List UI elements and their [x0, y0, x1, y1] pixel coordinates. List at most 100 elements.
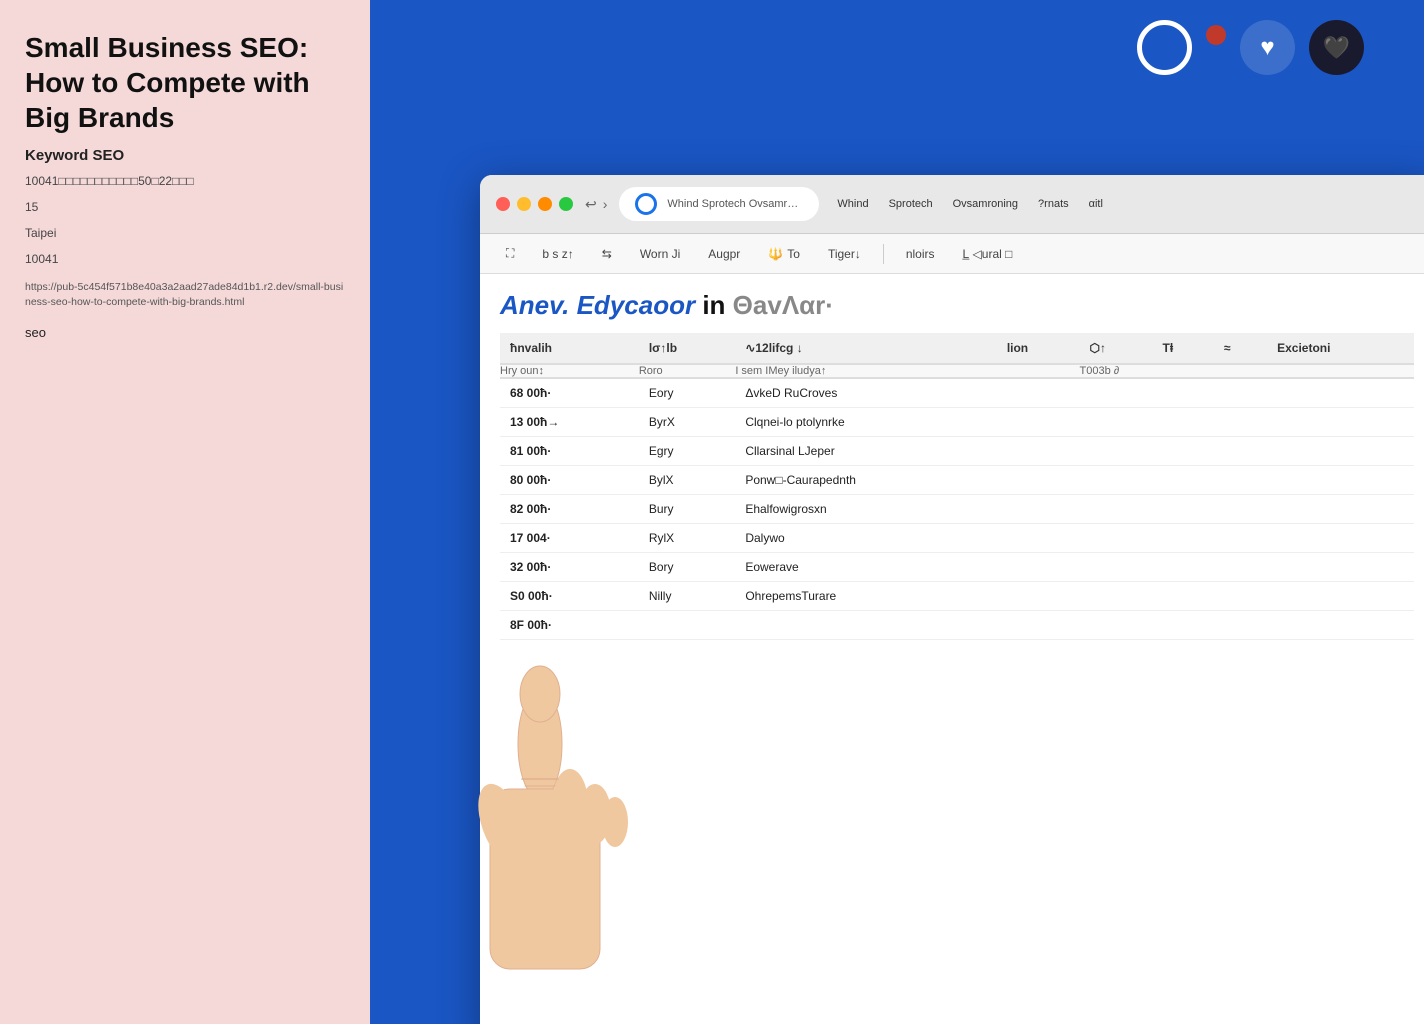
- cell-6-6: [1153, 524, 1214, 553]
- browser-tab-3[interactable]: Ovsamroning: [947, 196, 1024, 212]
- cell-4-8: [1267, 466, 1414, 495]
- table-row: 32 00ħ· Bory Eowerave: [500, 553, 1414, 582]
- th-lion[interactable]: lion: [997, 333, 1080, 364]
- cell-diff-7: Bory: [639, 553, 736, 582]
- subh-col2: Roro: [639, 364, 736, 378]
- browser-tabs-bar: Whind Sprotech Ovsamroning ?rnats αitl: [831, 196, 1418, 212]
- cell-diff-2: ByrΧ: [639, 408, 736, 437]
- cell-9-7: [1214, 611, 1267, 640]
- deco-icons-container: ♥ 🖤: [1137, 20, 1364, 75]
- subh-col1: Hry oun↕: [500, 364, 639, 378]
- content-main: Anev. Edycaoor in ΘavΛαr· ħnvalih lσ↑lb …: [480, 274, 1424, 1024]
- cell-diff-9: [639, 611, 736, 640]
- browser-tab-4[interactable]: ?rnats: [1032, 196, 1075, 212]
- cell-volume-7: 32 00ħ·: [500, 553, 639, 582]
- deco-icon-dark: 🖤: [1309, 20, 1364, 75]
- toolbar-to-label: To: [787, 247, 800, 261]
- forward-arrow[interactable]: ›: [603, 196, 608, 213]
- traffic-light-green[interactable]: [559, 197, 573, 211]
- cell-volume-6: 17 004·: [500, 524, 639, 553]
- traffic-light-orange[interactable]: [538, 197, 552, 211]
- cell-kw-3[interactable]: Cllarsinal LJeper: [735, 437, 997, 466]
- cell-kw-4[interactable]: Ponw□-Caurapednth: [735, 466, 997, 495]
- cell-kw-6[interactable]: Dalywo: [735, 524, 997, 553]
- data-table: ħnvalih lσ↑lb ∿12lifcg ↓ lion ⬡↑ Tⱡ ≈ Ex…: [500, 333, 1414, 640]
- cell-3-8: [1267, 437, 1414, 466]
- cell-9-8: [1267, 611, 1414, 640]
- th-approx[interactable]: ≈: [1214, 333, 1267, 364]
- toolbar-item-augpr[interactable]: Augpr: [702, 243, 746, 265]
- nav-arrows[interactable]: ↩ ›: [585, 196, 607, 213]
- toolbar-item-nloirs[interactable]: nloirs: [900, 243, 941, 265]
- page-title: Small Business SEO: How to Compete with …: [25, 30, 345, 135]
- cell-kw-8[interactable]: OhrepemsTurare: [735, 582, 997, 611]
- left-panel: Small Business SEO: How to Compete with …: [0, 0, 370, 1024]
- cell-5-4: [997, 495, 1080, 524]
- meta-text-2: 15: [25, 198, 345, 216]
- toolbar-item-2[interactable]: b s z↑: [536, 243, 579, 265]
- cell-diff-1: Eory: [639, 378, 736, 408]
- back-arrow[interactable]: ↩: [585, 196, 597, 213]
- cell-extra-1: [997, 378, 1080, 408]
- browser-window: ↩ › Whind Sprotech Ovsamroning ?rnats αi…: [480, 175, 1424, 1024]
- cell-9-5: [1080, 611, 1153, 640]
- tag-label[interactable]: seo: [25, 325, 345, 340]
- table-row: 13 00ħ→ ByrΧ Clqnei-lo ptolynrke: [500, 408, 1414, 437]
- table-subheader-row: Hry oun↕ Roro I sem IMey iludya↑ T003b ∂: [500, 364, 1414, 378]
- toolbar-tiger-label: Tiger↓: [828, 247, 861, 261]
- toolbar-item-to[interactable]: 🔱 To: [762, 243, 806, 265]
- cell-extra-5: [1267, 378, 1414, 408]
- cell-6-7: [1214, 524, 1267, 553]
- traffic-light-yellow[interactable]: [517, 197, 531, 211]
- right-area: ♥ 🖤 ↩ › Whind Sprotech Ovsamroning ?rnat…: [370, 0, 1424, 1024]
- cell-extra-3: [1153, 378, 1214, 408]
- th-nvalih[interactable]: ħnvalih: [500, 333, 639, 364]
- cell-4-7: [1214, 466, 1267, 495]
- cell-kw-1[interactable]: ΔvkeD RuCroves: [735, 378, 997, 408]
- table-row: 81 00ħ· Egry Cllarsinal LJeper: [500, 437, 1414, 466]
- cell-4-6: [1153, 466, 1214, 495]
- cell-volume-3: 81 00ħ·: [500, 437, 639, 466]
- cell-2-5: [1080, 408, 1153, 437]
- cell-5-8: [1267, 495, 1414, 524]
- browser-tab-2[interactable]: Sprotech: [883, 196, 939, 212]
- browser-loading-indicator: [635, 193, 657, 215]
- cell-5-7: [1214, 495, 1267, 524]
- content-heading: Anev. Edycaoor in ΘavΛαr·: [500, 290, 1414, 321]
- page-url[interactable]: https://pub-5c454f571b8e40a3a2aad27ade84…: [25, 280, 345, 309]
- th-12lifcg[interactable]: ∿12lifcg ↓: [735, 333, 997, 364]
- browser-tab-1[interactable]: Whind: [831, 196, 874, 212]
- browser-tab-5[interactable]: αitl: [1083, 196, 1109, 212]
- cell-kw-2[interactable]: Clqnei-lo ptolynrke: [735, 408, 997, 437]
- toolbar-worn-ji-label: Worn Ji: [640, 247, 680, 261]
- heading-black: in: [702, 290, 732, 320]
- toolbar-item-aural[interactable]: L̲ ◁ural □: [957, 243, 1019, 265]
- cell-kw-7[interactable]: Eowerave: [735, 553, 997, 582]
- traffic-lights: [496, 197, 573, 211]
- cell-5-5: [1080, 495, 1153, 524]
- cell-diff-8: Nilly: [639, 582, 736, 611]
- table-row: 82 00ħ· Bury Ehalfowigrosxn: [500, 495, 1414, 524]
- toolbar-augpr-label: Augpr: [708, 247, 740, 261]
- cell-3-6: [1153, 437, 1214, 466]
- address-bar[interactable]: Whind Sprotech Ovsamroning ?rnats αitl …: [619, 187, 819, 221]
- toolbar-item-tiger[interactable]: Tiger↓: [822, 243, 867, 265]
- th-excietoni[interactable]: Excietoni: [1267, 333, 1414, 364]
- cell-volume-4: 80 00ħ·: [500, 466, 639, 495]
- th-icon1[interactable]: ⬡↑: [1080, 333, 1153, 364]
- cell-kw-5[interactable]: Ehalfowigrosxn: [735, 495, 997, 524]
- toolbar-item-worn-ji[interactable]: Worn Ji: [634, 243, 686, 265]
- cell-7-4: [997, 553, 1080, 582]
- browser-chrome: ↩ › Whind Sprotech Ovsamroning ?rnats αi…: [480, 175, 1424, 234]
- th-tl[interactable]: Tⱡ: [1153, 333, 1214, 364]
- toolbar-item-1[interactable]: ⛶: [500, 242, 520, 265]
- cell-extra-4: [1214, 378, 1267, 408]
- toolbar-item-3[interactable]: ⇆: [596, 243, 618, 265]
- toolbar-aural-label: L̲ ◁ural □: [963, 247, 1013, 261]
- cell-volume-9: 8F 00ħ·: [500, 611, 639, 640]
- cell-2-4: [997, 408, 1080, 437]
- deco-icon-red-dot: [1206, 25, 1226, 45]
- toolbar-divider: [883, 244, 884, 264]
- th-lb[interactable]: lσ↑lb: [639, 333, 736, 364]
- traffic-light-red[interactable]: [496, 197, 510, 211]
